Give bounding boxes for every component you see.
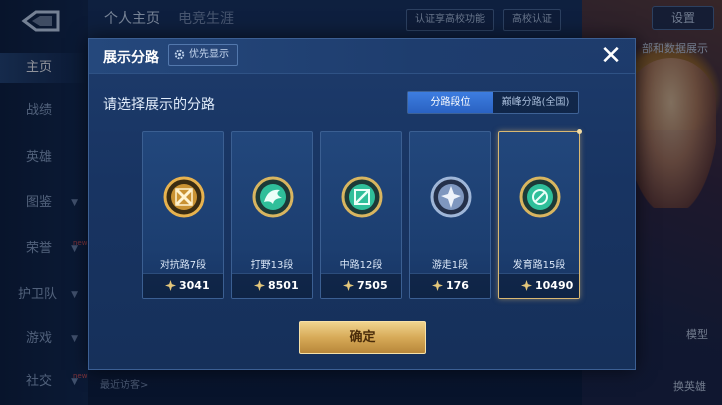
selected-indicator (577, 129, 582, 134)
confirm-button[interactable]: 确定 (299, 321, 426, 354)
lane-name: 中路12段 (339, 260, 383, 271)
dialog-header: 展示分路 优先显示 ✕ (89, 39, 635, 74)
lane-card-farm[interactable]: 发育路15段 10490 (498, 129, 582, 299)
rank-star-icon (254, 280, 265, 291)
lane-score-bar: 8501 (232, 273, 312, 298)
close-icon[interactable]: ✕ (597, 43, 625, 71)
lane-rank-toggle: 分路段位 巅峰分路(全国) (407, 91, 579, 114)
jungle-lane-icon (252, 176, 294, 218)
lane-score-bar: 7505 (321, 273, 401, 298)
clash-lane-icon (163, 176, 205, 218)
priority-display-label: 优先显示 (189, 49, 229, 60)
lane-card-mid[interactable]: 中路12段 7505 (320, 131, 402, 299)
lane-score-bar: 3041 (143, 273, 223, 298)
lane-name: 游走1段 (431, 260, 469, 271)
farm-lane-icon (519, 176, 561, 218)
lane-score: 3041 (179, 279, 210, 292)
lane-score: 10490 (535, 279, 574, 292)
rank-star-icon (521, 280, 532, 291)
mid-lane-icon (341, 176, 383, 218)
select-lane-prompt: 请选择展示的分路 (103, 97, 215, 113)
lane-score: 176 (446, 279, 469, 292)
lane-score-bar: 10490 (499, 273, 579, 298)
tab-lane-rank[interactable]: 分路段位 (408, 92, 493, 113)
rank-star-icon (165, 280, 176, 291)
lane-card-jungle[interactable]: 打野13段 8501 (231, 131, 313, 299)
lane-display-dialog: 展示分路 优先显示 ✕ 请选择展示的分路 分路段位 巅峰分路(全国) 对抗路7段… (88, 38, 636, 370)
lane-name: 发育路15段 (512, 260, 566, 271)
roam-lane-icon (430, 176, 472, 218)
lane-score: 7505 (357, 279, 388, 292)
lane-card-roam[interactable]: 游走1段 176 (409, 131, 491, 299)
tab-peak-lane-national[interactable]: 巅峰分路(全国) (493, 92, 578, 113)
lane-card-clash[interactable]: 对抗路7段 3041 (142, 131, 224, 299)
gear-icon (174, 49, 185, 60)
rank-star-icon (432, 280, 443, 291)
lane-name: 打野13段 (250, 260, 294, 271)
rank-star-icon (343, 280, 354, 291)
lane-name: 对抗路7段 (159, 260, 207, 271)
lane-score: 8501 (268, 279, 299, 292)
priority-display-button[interactable]: 优先显示 (168, 44, 238, 66)
dialog-title: 展示分路 (103, 50, 159, 66)
lane-score-bar: 176 (410, 273, 490, 298)
